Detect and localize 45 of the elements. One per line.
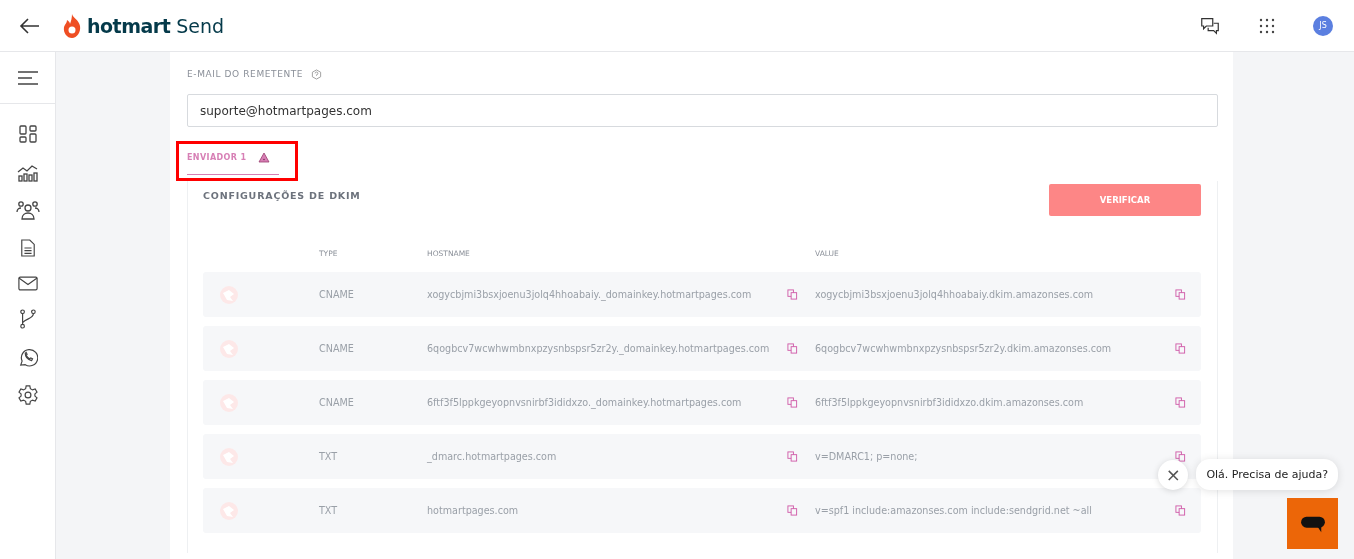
copy-icon[interactable] [787,289,798,300]
table-cell-text: CNAME [319,289,355,300]
table-cell-text: TXT [319,451,339,462]
people-icon[interactable] [15,200,40,220]
table-cell-text: TXT [319,505,339,516]
table-cell-text: xogycbjmi3bsxjoenu3jolq4hhoabaiy._domainkey.hotmartpages.com [427,289,753,300]
chat-message: Olá. Precisa de ajuda? [1196,459,1338,490]
table-cell-text: v=spf1 include:amazonses.com include:sendgrid.net ~all [815,505,1093,516]
sender-tab[interactable]: ENVIADOR 1 [187,153,279,175]
table-cell-text: hotmartpages.com [427,505,520,516]
table-cell-text: v=DMARC1; p=none; [815,451,919,462]
flame-logo-icon [62,12,82,39]
table-cell-text: 6qogbcv7wcwhwmbnxpzysnbspsr5zr2y.dkim.amazonses.com [815,343,1113,354]
mail-icon[interactable] [17,276,38,291]
table-cell-text: CNAME [319,397,355,408]
table-cell-text: 6ftf3f5lppkgeyopnvsnirbf3ididxzo.dkim.amazonses.com [815,397,1085,408]
copy-icon[interactable] [1175,343,1186,354]
apps-grid-icon[interactable] [1259,17,1275,34]
table-cell-text: CNAME [319,343,355,354]
chat-button[interactable] [1287,498,1338,549]
copy-icon[interactable] [787,343,798,354]
table-cell-text: _dmarc.hotmartpages.com [427,451,558,462]
settings-icon[interactable] [17,385,38,405]
branch-icon[interactable] [18,309,37,329]
product-name: Send [176,14,225,37]
field-label: E-MAIL DO REMETENTE [187,69,304,79]
dashboard-icon[interactable] [17,124,38,144]
document-icon[interactable] [19,238,36,258]
copy-icon[interactable] [787,451,798,462]
card-title: CONFIGURAÇÕES DE DKIM [203,190,361,201]
copy-icon[interactable] [787,505,798,516]
table-cell-text: xogycbjmi3bsxjoenu3jolq4hhoabaiy.dkim.amazonses.com [815,289,1095,300]
brand-name: hotmart [87,14,171,37]
copy-icon[interactable] [787,397,798,408]
copy-icon[interactable] [1175,505,1186,516]
email-input-field[interactable]: suporte@hotmartpages.com [187,94,1218,127]
copy-icon[interactable] [1175,451,1186,462]
table-cell-text: 6ftf3f5lppkgeyopnvsnirbf3ididxzo._domainkey.hotmartpages.com [427,397,743,408]
menu-icon[interactable] [16,70,39,85]
whatsapp-icon[interactable] [17,347,38,367]
copy-icon[interactable] [1175,397,1186,408]
table-cell-text: 6qogbcv7wcwhwmbnxpzysnbspsr5zr2y._domainkey.hotmartpages.com [427,343,771,354]
copy-icon[interactable] [1175,289,1186,300]
user-avatar[interactable]: JS [1313,15,1333,36]
verify-button[interactable]: VERIFICAR [1049,184,1201,216]
